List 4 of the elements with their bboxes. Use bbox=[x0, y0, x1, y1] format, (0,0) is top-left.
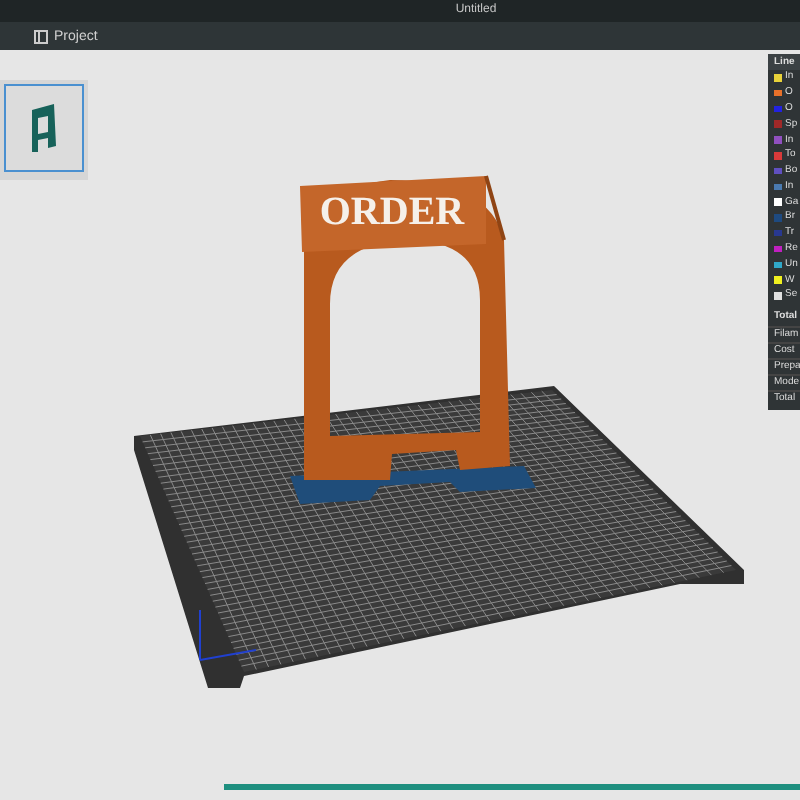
plate-thumbnail[interactable] bbox=[4, 84, 84, 172]
model-thumbnail-icon bbox=[30, 102, 58, 154]
model-text: ORDER bbox=[319, 190, 465, 234]
project-icon bbox=[34, 29, 48, 43]
